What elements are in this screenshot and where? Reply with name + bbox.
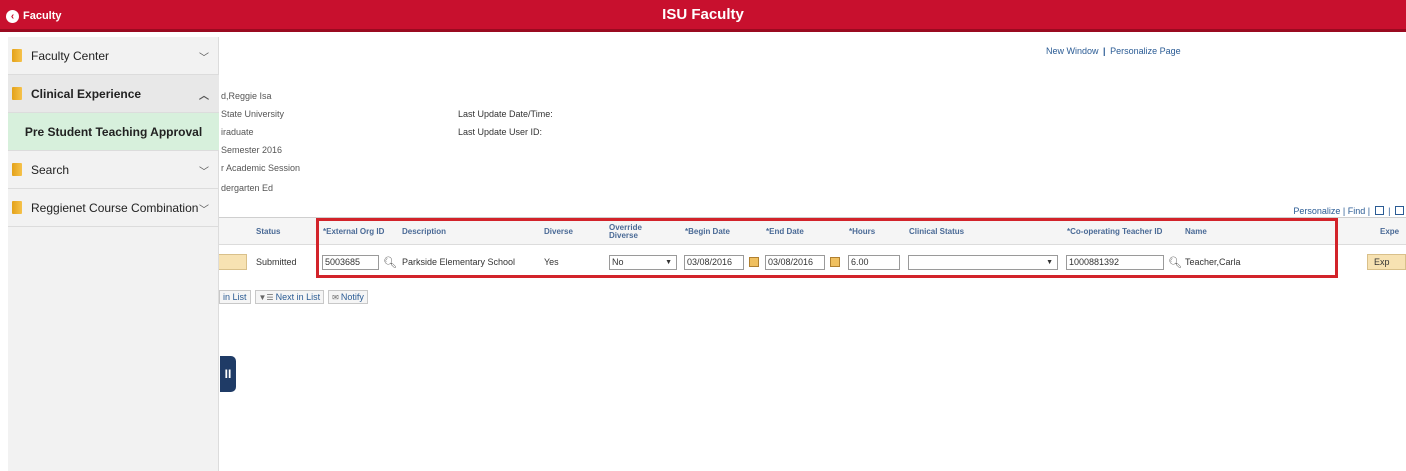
- grid-toolbar-links: Personalize | Find | |: [1293, 206, 1406, 216]
- folder-icon: [12, 49, 22, 62]
- notify-label: Notify: [340, 292, 364, 302]
- info-line-session: r Academic Session: [221, 163, 301, 173]
- view-all-icon[interactable]: [1374, 206, 1384, 215]
- info-line-career: iraduate: [221, 127, 254, 137]
- personalize-page-link[interactable]: Personalize Page: [1110, 46, 1181, 56]
- chevron-down-icon: ﹀: [199, 167, 209, 178]
- highlight-box: [316, 218, 1338, 278]
- link-separator: |: [1388, 206, 1391, 216]
- info-line-program: dergarten Ed: [221, 183, 274, 193]
- download-grid-icon[interactable]: [1395, 206, 1404, 215]
- new-window-link[interactable]: New Window: [1046, 46, 1099, 56]
- previous-in-list-label: in List: [223, 292, 247, 302]
- pause-icon[interactable]: II: [220, 356, 236, 392]
- chevron-down-icon: ﹀: [199, 205, 209, 216]
- chevron-down-icon: ﹀: [199, 53, 209, 64]
- sidebar-item-search[interactable]: Search ﹀: [8, 151, 219, 189]
- row-action-button[interactable]: [219, 254, 247, 270]
- sidebar-item-faculty-center[interactable]: Faculty Center ﹀: [8, 37, 219, 75]
- info-line-term: Semester 2016: [221, 145, 283, 155]
- sidebar-item-label: Search: [31, 162, 70, 177]
- app-title: ISU Faculty: [662, 6, 744, 23]
- last-update-datetime-label: Last Update Date/Time:: [458, 109, 553, 119]
- notify-icon: ✉: [332, 292, 339, 302]
- app-header: ‹ Faculty ISU Faculty: [0, 0, 1406, 32]
- sidebar-item-label: Reggienet Course Combination: [31, 200, 199, 215]
- next-in-list-icon: ▼☰: [258, 292, 274, 302]
- next-in-list-button[interactable]: ▼☰ Next in List: [254, 290, 325, 304]
- col-header-expe: Expe: [1380, 226, 1400, 236]
- previous-in-list-button[interactable]: in List: [219, 290, 251, 304]
- page-links: New Window | Personalize Page: [1046, 46, 1181, 56]
- personalize-grid-link[interactable]: Personalize: [1293, 206, 1340, 216]
- chevron-up-icon: ︿: [199, 91, 209, 102]
- folder-icon: [12, 163, 22, 176]
- find-link[interactable]: Find: [1348, 206, 1366, 216]
- folder-icon: [12, 201, 22, 214]
- link-separator: |: [1103, 46, 1106, 56]
- info-line-institution: State University: [221, 109, 285, 119]
- expe-button[interactable]: Exp: [1367, 254, 1406, 270]
- sidebar-item-reggienet-course-combination[interactable]: Reggienet Course Combination ﹀: [8, 189, 219, 227]
- link-separator: |: [1367, 206, 1371, 216]
- notify-button[interactable]: ✉ Notify: [328, 290, 368, 304]
- status-value: Submitted: [256, 257, 297, 267]
- link-separator: |: [1342, 206, 1346, 216]
- sidebar-item-clinical-experience[interactable]: Clinical Experience ︿: [8, 75, 219, 113]
- sidebar-item-label: Clinical Experience: [31, 86, 142, 101]
- next-in-list-label: Next in List: [275, 292, 321, 302]
- col-header-status: Status: [256, 226, 281, 236]
- info-line-name: d,Reggie Isa: [221, 91, 272, 101]
- folder-icon: [12, 87, 22, 100]
- sidebar-subitem-pre-student-teaching-approval[interactable]: Pre Student Teaching Approval: [8, 113, 219, 151]
- last-update-user-label: Last Update User ID:: [458, 127, 543, 137]
- row-nav-buttons: in List ▼☰ Next in List ✉ Notify: [219, 290, 372, 304]
- sidebar: Faculty Center ﹀ Clinical Experience ︿ P…: [8, 37, 219, 471]
- sidebar-item-label: Faculty Center: [31, 48, 110, 63]
